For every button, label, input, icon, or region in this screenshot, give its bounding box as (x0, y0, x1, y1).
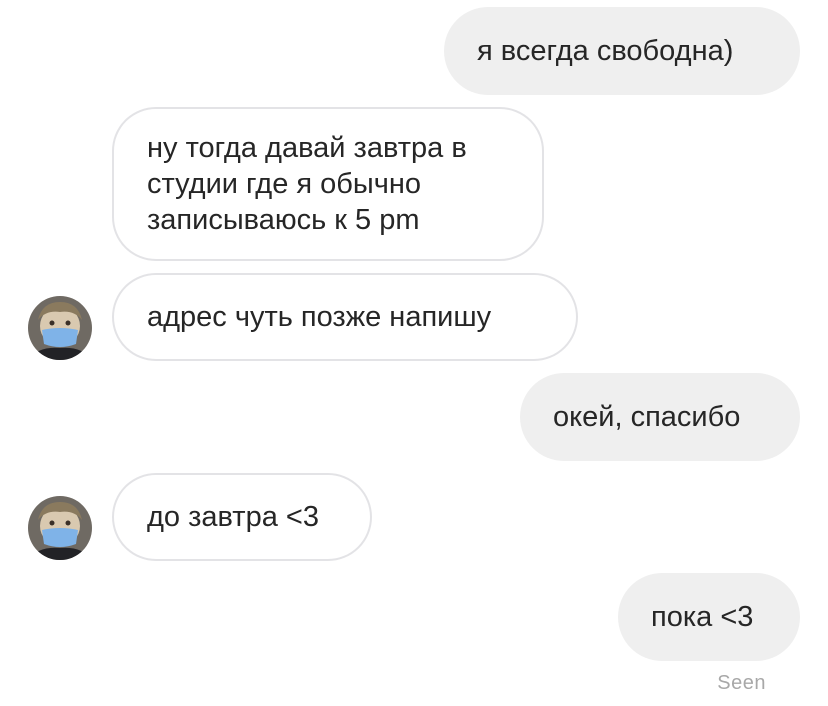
message-text: адрес чуть позже напишу (147, 301, 492, 333)
message-text: пока <3 (651, 601, 754, 633)
message-bubble-received[interactable]: адрес чуть позже напишу (112, 273, 578, 361)
message-bubble-sent[interactable]: я всегда свободна) (444, 7, 800, 95)
seen-status: Seen (717, 672, 766, 694)
message-bubble-sent[interactable]: пока <3 (618, 573, 800, 661)
message-text: окей, спасибо (553, 401, 741, 433)
message-bubble-received[interactable]: ну тогда давай завтра в студии где я обы… (112, 107, 544, 261)
message-text: до завтра <3 (147, 501, 319, 533)
message-text: ну тогда давай завтра в студии где я обы… (147, 132, 467, 236)
avatar-photo-icon (28, 496, 92, 560)
message-bubble-received[interactable]: до завтра <3 (112, 473, 372, 561)
message-text: я всегда свободна) (477, 35, 734, 67)
avatar-photo-icon (28, 296, 92, 360)
contact-avatar[interactable] (28, 496, 92, 560)
message-bubble-sent[interactable]: окей, спасибо (520, 373, 800, 461)
contact-avatar[interactable] (28, 296, 92, 360)
